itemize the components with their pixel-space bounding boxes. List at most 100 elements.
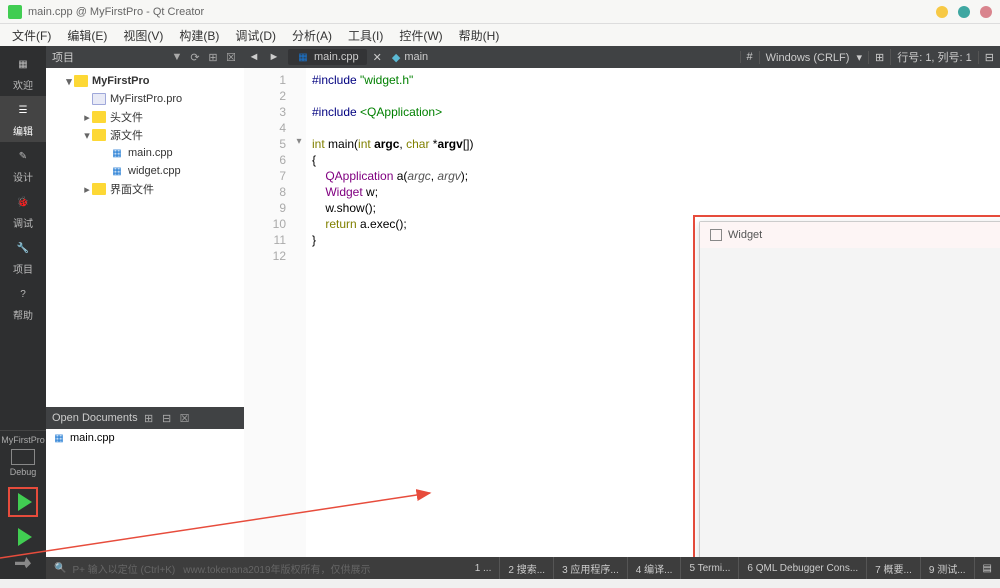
output-pane-tab[interactable]: 7 概要...: [866, 557, 920, 579]
expand-arrow-icon[interactable]: ▾: [64, 75, 74, 88]
code-editor[interactable]: 123456789101112 ▾ #include "widget.h" #i…: [244, 68, 1000, 579]
window-close-icon[interactable]: [980, 6, 992, 18]
fold-marker: [292, 232, 306, 248]
menu-item[interactable]: 编辑(E): [59, 25, 115, 46]
function-icon: ◆: [392, 51, 400, 64]
sync-icon[interactable]: ⟳: [188, 50, 202, 64]
code-line[interactable]: #include <QApplication>: [312, 104, 1000, 120]
fold-marker: [292, 72, 306, 88]
line-number: 2: [244, 88, 286, 104]
split-icon[interactable]: ⊞: [206, 50, 220, 64]
output-pane-tab[interactable]: 3 应用程序...: [553, 557, 627, 579]
mode-bug[interactable]: 🐞调试: [0, 188, 46, 234]
code-line[interactable]: [312, 88, 1000, 104]
mode-wrench[interactable]: 🔧项目: [0, 234, 46, 280]
window-max-icon[interactable]: [958, 6, 970, 18]
code-line[interactable]: {: [312, 152, 1000, 168]
menu-item[interactable]: 文件(F): [4, 25, 59, 46]
fold-marker: [292, 168, 306, 184]
open-doc-item[interactable]: ▦main.cpp: [46, 429, 244, 447]
code-line[interactable]: Widget w;: [312, 184, 1000, 200]
tree-item[interactable]: MyFirstPro.pro: [46, 90, 244, 108]
line-number: 9: [244, 200, 286, 216]
tree-item[interactable]: ▦main.cpp: [46, 144, 244, 162]
cursor-position[interactable]: 行号: 1, 列号: 1: [890, 49, 978, 65]
menu-item[interactable]: 帮助(H): [451, 25, 508, 46]
nav-fwd-button[interactable]: ►: [264, 51, 284, 63]
tree-item[interactable]: ▾源文件: [46, 126, 244, 144]
output-pane-tab[interactable]: 6 QML Debugger Cons...: [738, 557, 866, 579]
widget-app-window[interactable]: Widget: [699, 221, 1000, 561]
code-line[interactable]: [312, 120, 1000, 136]
locator-hint[interactable]: 🔍 P+ 输入以定位 (Ctrl+K): [46, 557, 183, 579]
menu-item[interactable]: 构建(B): [171, 25, 227, 46]
run-debug-button[interactable]: [0, 523, 46, 551]
tab-close-icon[interactable]: ✕: [373, 51, 382, 64]
menu-item[interactable]: 分析(A): [284, 25, 340, 46]
file-tab[interactable]: ▦ main.cpp: [288, 49, 367, 65]
menu-item[interactable]: 控件(W): [391, 25, 450, 46]
code-line[interactable]: #include "widget.h": [312, 72, 1000, 88]
output-pane-tab[interactable]: 9 测试...: [920, 557, 974, 579]
encoding-indicator[interactable]: #: [740, 51, 759, 63]
build-button[interactable]: [0, 551, 46, 579]
menu-item[interactable]: 视图(V): [115, 25, 171, 46]
split-editor-icon[interactable]: ⊞: [868, 51, 890, 64]
symbol-dropdown[interactable]: ◆ main: [386, 49, 434, 66]
output-pane-tab[interactable]: 2 搜索...: [499, 557, 553, 579]
line-ending-selector[interactable]: Windows (CRLF) ▾: [759, 51, 868, 64]
expand-icon[interactable]: ⊟: [160, 411, 174, 425]
window-title: main.cpp @ MyFirstPro - Qt Creator: [28, 6, 926, 18]
line-number: 5: [244, 136, 286, 152]
open-documents-header: Open Documents ⊞ ⊟ ☒: [46, 407, 244, 429]
mode-rail: ▦欢迎☰编辑✎设计🐞调试🔧项目?帮助 MyFirstPro Debug: [0, 46, 46, 579]
status-bar: 🔍 P+ 输入以定位 (Ctrl+K) www.tokenana2019年版权所…: [46, 557, 1000, 579]
expand-arrow-icon[interactable]: ▸: [82, 183, 92, 196]
window-min-icon[interactable]: [936, 6, 948, 18]
code-line[interactable]: w.show();: [312, 200, 1000, 216]
code-line[interactable]: QApplication a(argc, argv);: [312, 168, 1000, 184]
expand-arrow-icon[interactable]: ▸: [82, 111, 92, 124]
split-icon[interactable]: ⊞: [142, 411, 156, 425]
title-bar: main.cpp @ MyFirstPro - Qt Creator: [0, 0, 1000, 24]
tree-item[interactable]: ▸界面文件: [46, 180, 244, 198]
project-tree-header: 项目 ▼ ⟳ ⊞ ☒: [46, 46, 244, 68]
close-pane-icon[interactable]: ☒: [224, 50, 238, 64]
mode-grid[interactable]: ▦欢迎: [0, 50, 46, 96]
line-number: 6: [244, 152, 286, 168]
tree-item[interactable]: ▾MyFirstPro: [46, 72, 244, 90]
mode-help[interactable]: ?帮助: [0, 280, 46, 326]
kit-selector[interactable]: MyFirstPro Debug: [0, 430, 46, 481]
code-line[interactable]: int main(int argc, char *argv[]): [312, 136, 1000, 152]
fold-marker: [292, 120, 306, 136]
menu-item[interactable]: 工具(I): [340, 25, 391, 46]
fold-column: ▾: [292, 68, 306, 579]
run-button[interactable]: [8, 487, 38, 517]
filter-icon[interactable]: ▼: [170, 50, 184, 64]
menu-item[interactable]: 调试(D): [227, 25, 284, 46]
nav-back-button[interactable]: ◄: [244, 51, 264, 63]
fold-marker: [292, 88, 306, 104]
kit-name: MyFirstPro: [0, 435, 46, 445]
line-number: 4: [244, 120, 286, 136]
output-pane-tab[interactable]: 4 编译...: [627, 557, 681, 579]
expand-arrow-icon[interactable]: ▾: [82, 129, 92, 142]
close-editor-icon[interactable]: ⊟: [978, 51, 1000, 64]
cpp-file-icon: ▦: [52, 432, 66, 444]
cpp-file-icon: ▦: [110, 165, 124, 177]
project-tab[interactable]: 项目: [52, 49, 74, 65]
fold-marker[interactable]: ▾: [292, 136, 306, 152]
output-pane-tab[interactable]: 5 Termi...: [680, 557, 738, 579]
mode-design[interactable]: ✎设计: [0, 142, 46, 188]
play-icon: [18, 493, 32, 511]
output-pane-tab[interactable]: 1 ...: [467, 557, 500, 579]
close-pane-icon[interactable]: ☒: [178, 411, 192, 425]
mode-edit[interactable]: ☰编辑: [0, 96, 46, 142]
tree-item[interactable]: ▸头文件: [46, 108, 244, 126]
line-number: 7: [244, 168, 286, 184]
fold-marker: [292, 216, 306, 232]
widget-titlebar[interactable]: Widget: [700, 222, 1000, 248]
progress-icon[interactable]: ▤: [974, 557, 1000, 579]
tree-item[interactable]: ▦widget.cpp: [46, 162, 244, 180]
grid-icon: ▦: [13, 55, 33, 75]
